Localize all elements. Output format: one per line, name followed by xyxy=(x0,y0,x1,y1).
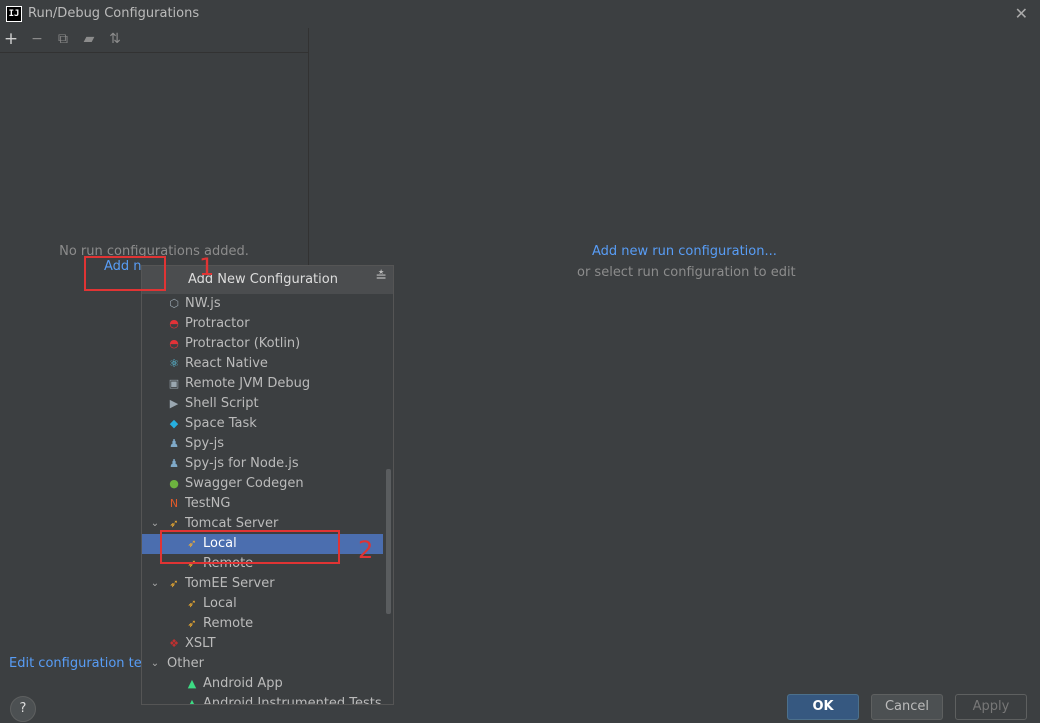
collapse-icon[interactable]: ≛ xyxy=(375,269,387,285)
tomcat-icon: ➶ xyxy=(187,597,197,610)
config-type-item[interactable]: ⌄ Other xyxy=(142,654,383,674)
config-type-label: Protractor (Kotlin) xyxy=(185,336,301,351)
help-button[interactable]: ? xyxy=(10,696,36,722)
config-type-label: XSLT xyxy=(185,636,216,651)
config-type-label: Remote JVM Debug xyxy=(185,376,311,391)
spyjs-icon: ♟ xyxy=(169,437,179,450)
tomcat-icon: ➶ xyxy=(187,617,197,630)
select-hint: or select run configuration to edit xyxy=(577,265,796,280)
copy-icon[interactable]: ⧉ xyxy=(55,31,71,47)
config-type-label: Space Task xyxy=(185,416,257,431)
testng-icon: N xyxy=(169,497,179,510)
spyjs-icon: ♟ xyxy=(169,457,179,470)
nwjs-icon: ⬡ xyxy=(169,297,179,310)
protractor-icon: ◓ xyxy=(169,317,179,330)
config-type-item[interactable]: ▲ Android Instrumented Tests xyxy=(142,694,383,705)
config-type-item[interactable]: ➶ Remote xyxy=(142,614,383,634)
config-type-item[interactable]: ▶ Shell Script xyxy=(142,394,383,414)
config-type-item[interactable]: ⬡ NW.js xyxy=(142,294,383,314)
shell-icon: ▶ xyxy=(169,397,179,410)
chevron-down-icon[interactable]: ⌄ xyxy=(149,574,161,594)
xslt-icon: ❖ xyxy=(169,637,179,650)
android-icon: ▲ xyxy=(187,677,197,690)
tomcat-icon: ➶ xyxy=(169,517,179,530)
config-type-item[interactable]: ⌄ ➶ TomEE Server xyxy=(142,574,383,594)
tomcat-icon: ➶ xyxy=(169,577,179,590)
config-type-label: NW.js xyxy=(185,296,221,311)
popup-scrollbar[interactable] xyxy=(383,294,393,704)
config-type-label: TomEE Server xyxy=(185,576,275,591)
config-type-label: Local xyxy=(203,596,237,611)
config-type-label: Remote xyxy=(203,616,254,631)
sort-icon[interactable]: ⇅ xyxy=(107,31,123,47)
chevron-down-icon[interactable]: ⌄ xyxy=(149,654,161,674)
config-type-label: Spy-js xyxy=(185,436,225,451)
plus-icon[interactable]: + xyxy=(3,31,19,48)
apply-button[interactable]: Apply xyxy=(955,694,1027,720)
close-icon[interactable]: ✕ xyxy=(1015,4,1028,23)
add-new-run-configuration-link[interactable]: Add new run configuration... xyxy=(592,244,777,259)
config-type-item[interactable]: ♟ Spy-js xyxy=(142,434,383,454)
minus-icon[interactable]: − xyxy=(29,31,45,47)
swagger-icon: ● xyxy=(169,477,179,490)
remote-debug-icon: ▣ xyxy=(168,377,180,390)
folder-icon[interactable]: ▰ xyxy=(81,31,97,47)
annotation-box-2 xyxy=(160,530,340,564)
annotation-box-1 xyxy=(84,256,166,291)
config-type-item[interactable]: ▣ Remote JVM Debug xyxy=(142,374,383,394)
config-type-label: Spy-js for Node.js xyxy=(185,456,299,471)
config-type-item[interactable]: ➶ Local xyxy=(142,594,383,614)
config-toolbar: + − ⧉ ▰ ⇅ xyxy=(0,28,308,52)
space-icon: ◆ xyxy=(169,417,179,430)
config-type-item[interactable]: ◓ Protractor xyxy=(142,314,383,334)
ok-button[interactable]: OK xyxy=(787,694,859,720)
config-type-item[interactable]: ❖ XSLT xyxy=(142,634,383,654)
add-new-configuration-popup: Add New Configuration ≛ ⬡ NW.js ◓ Protracto… xyxy=(141,265,394,705)
config-type-item[interactable]: ⚛ React Native xyxy=(142,354,383,374)
protractor-icon: ◓ xyxy=(169,337,179,350)
config-type-item[interactable]: ● Swagger Codegen xyxy=(142,474,383,494)
config-type-item[interactable]: ◆ Space Task xyxy=(142,414,383,434)
config-type-label: Android App xyxy=(203,676,283,691)
config-type-item[interactable]: N TestNG xyxy=(142,494,383,514)
title-bar: IJ Run/Debug Configurations ✕ xyxy=(0,0,1040,28)
annotation-number-2: 2 xyxy=(358,536,374,564)
android-icon: ▲ xyxy=(187,697,197,705)
edit-templates-link[interactable]: Edit configuration temp xyxy=(9,656,163,671)
config-type-label: Protractor xyxy=(185,316,250,331)
scrollbar-thumb[interactable] xyxy=(386,469,391,614)
react-icon: ⚛ xyxy=(169,357,179,370)
config-type-label: Other xyxy=(167,656,204,671)
window-title: Run/Debug Configurations xyxy=(28,6,200,21)
config-type-label: Android Instrumented Tests xyxy=(203,696,382,705)
config-type-label: TestNG xyxy=(185,496,231,511)
config-type-item[interactable]: ▲ Android App xyxy=(142,674,383,694)
popup-header: Add New Configuration ≛ xyxy=(142,266,393,294)
config-type-label: Swagger Codegen xyxy=(185,476,304,491)
config-type-item[interactable]: ♟ Spy-js for Node.js xyxy=(142,454,383,474)
intellij-icon: IJ xyxy=(6,6,22,22)
annotation-number-1: 1 xyxy=(199,253,215,281)
cancel-button[interactable]: Cancel xyxy=(871,694,943,720)
config-type-label: React Native xyxy=(185,356,268,371)
config-type-label: Shell Script xyxy=(185,396,259,411)
config-type-item[interactable]: ◓ Protractor (Kotlin) xyxy=(142,334,383,354)
